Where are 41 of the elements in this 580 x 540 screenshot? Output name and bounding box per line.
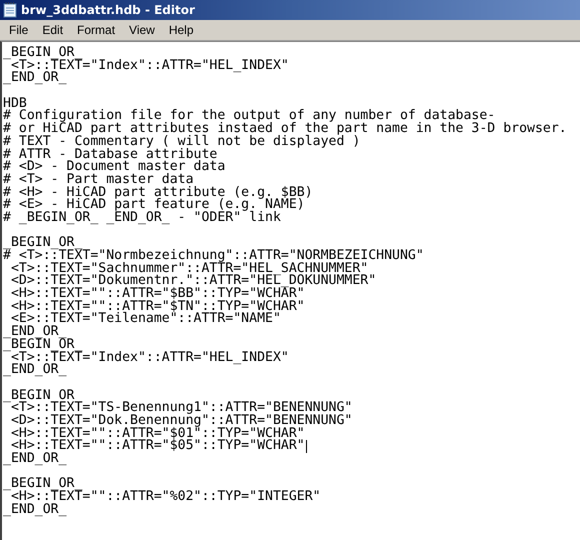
code-line: _END_OR_ <box>3 364 67 377</box>
code-line: # _BEGIN_OR_ _END_OR_ - "ODER" link <box>3 212 281 225</box>
menu-item[interactable]: Help <box>162 23 201 37</box>
code-line: _END_OR_ <box>3 72 67 86</box>
code-line: _BEGIN_OR_ <box>3 390 82 402</box>
menu-item[interactable]: Edit <box>35 23 70 37</box>
code-line: <D>::TEXT="Dokumentnr."::ATTR="HEL_DOKUNUMMER" <box>10 275 378 288</box>
code-line: _END_OR_ <box>3 453 68 466</box>
code-line: <H>::TEXT=""::ATTR="$01"::TYP="WCHAR" <box>10 428 305 440</box>
code-line: HDB <box>3 98 27 110</box>
code-line: <H>::TEXT=""::ATTR="$05"::TYP="WCHAR" <box>3 440 307 454</box>
text-area[interactable] <box>0 41 580 540</box>
code-line: _BEGIN_OR_ <box>3 47 82 60</box>
code-line: <T>::TEXT="Index"::ATTR="HEL_INDEX" <box>10 60 290 72</box>
menu-item[interactable]: View <box>122 23 162 37</box>
code-line: <T>::TEXT="TS-Benennung1"::ATTR="BENENNUNG" <box>10 402 354 415</box>
code-line: # <E> - HiCAD part feature (e.g. NAME) <box>3 199 305 212</box>
code-line: # or HiCAD part attributes instaed of the part name in the 3-D browser. <box>3 123 568 136</box>
code-line: # <D> - Document master data <box>3 161 226 174</box>
menu-item[interactable]: File <box>2 23 36 37</box>
code-line: <E>::TEXT="Teilename"::ATTR="NAME" <box>10 313 281 326</box>
window-title: brw_3ddbattr.hdb - Editor <box>21 3 195 17</box>
code-line: _BEGIN_OR_ <box>3 237 82 250</box>
code-line: <H>::TEXT=""::ATTR="$BB"::TYP="WCHAR" <box>10 288 305 301</box>
code-line: <H>::TEXT=""::ATTR="$TN"::TYP="WCHAR" <box>10 300 306 314</box>
code-line: # <H> - HiCAD part attribute (e.g. $BB) <box>3 186 314 200</box>
code-line: # TEXT - Commentary ( will not be displayed ) <box>3 136 360 149</box>
code-line: _END_OR_ <box>3 326 67 339</box>
notepad-icon <box>3 2 17 18</box>
code-line: # Configuration file for the output of any number of database- <box>3 110 496 124</box>
code-line: _END_OR_ <box>3 504 68 516</box>
code-line: # <T>::TEXT="Normbezeichnung"::ATTR="NORMBEZEICHNUNG" <box>3 250 425 263</box>
code-line: _BEGIN_OR_ <box>3 338 82 352</box>
code-line: # <T> - Part master data <box>3 174 194 187</box>
code-line: <D>::TEXT="Dok.Benennung"::ATTR="BENENNUNG" <box>10 414 354 428</box>
code-line: _BEGIN_OR_ <box>3 478 82 492</box>
code-line: <T>::TEXT="Index"::ATTR="HEL_INDEX" <box>10 352 290 364</box>
code-line: <T>::TEXT="Sachnummer"::ATTR="HEL_SACHNUMMER" <box>10 262 368 276</box>
code-line: # ATTR - Database attribute <box>3 148 218 162</box>
menu-item[interactable]: Format <box>70 23 122 37</box>
code-line: <H>::TEXT=""::ATTR="%02"::TYP="INTEGER" <box>10 491 322 504</box>
